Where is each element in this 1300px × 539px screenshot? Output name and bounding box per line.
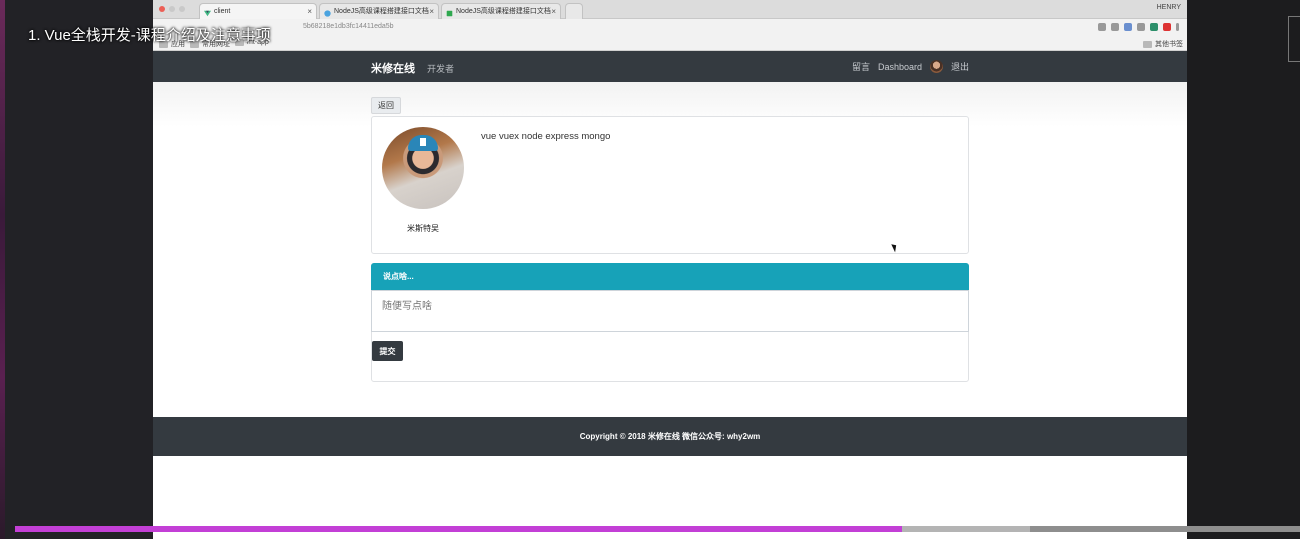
nav-right-links: 留言 Dashboard 退出 — [852, 60, 969, 73]
video-progress-bar[interactable] — [15, 526, 1300, 532]
extension-icons — [1098, 23, 1179, 31]
mouse-cursor-icon — [891, 242, 899, 253]
maximize-window-icon[interactable] — [179, 6, 185, 12]
video-title: 1. Vue全栈开发-课程介绍及注意事项 — [28, 27, 271, 44]
new-tab-button[interactable] — [565, 3, 583, 19]
bookmark-other[interactable]: 其他书签 — [1143, 39, 1183, 49]
close-window-icon[interactable] — [159, 6, 165, 12]
close-tab-icon[interactable]: × — [307, 4, 312, 19]
key-icon[interactable] — [1098, 23, 1106, 31]
minimize-window-icon[interactable] — [169, 6, 175, 12]
right-panel-edge — [1288, 16, 1300, 62]
menu-icon[interactable] — [1176, 23, 1179, 31]
cap-graphic — [408, 135, 438, 151]
browser-window: client × NodeJS高级课程搭建接口文档 × NodeJS高级课程搭建… — [153, 0, 1187, 539]
page-footer: Copyright © 2018 米修在线 微信公众号: why2wm — [153, 417, 1187, 456]
star-icon[interactable] — [1111, 23, 1119, 31]
extension-icon[interactable] — [1150, 23, 1158, 31]
tab-label: client — [214, 8, 231, 15]
address-bar: 5b68218e1db3fc14411eda5b — [153, 19, 1187, 37]
video-frame: client × NodeJS高级课程搭建接口文档 × NodeJS高级课程搭建… — [0, 0, 1300, 539]
submit-button[interactable]: 提交 — [372, 341, 403, 361]
user-avatar[interactable] — [930, 60, 944, 73]
extension-icon[interactable] — [1163, 23, 1171, 31]
vue-logo-icon — [204, 8, 211, 17]
nav-message-link[interactable]: 留言 — [852, 60, 870, 73]
browser-tab-api-doc-2[interactable]: NodeJS高级课程搭建接口文档 × — [441, 3, 561, 19]
bookmark-label: 其他书签 — [1155, 41, 1183, 48]
close-tab-icon[interactable]: × — [551, 4, 556, 19]
app-navbar: 米修在线 开发者 留言 Dashboard 退出 — [153, 51, 1187, 82]
comment-header: 说点啥... — [371, 263, 969, 290]
comment-card: 说点啥... 提交 — [371, 263, 969, 382]
brand-logo[interactable]: 米修在线 — [371, 60, 415, 76]
nav-dashboard-link[interactable]: Dashboard — [878, 62, 922, 72]
tab-label: NodeJS高级课程搭建接口文档 — [456, 8, 551, 15]
folder-icon — [1143, 40, 1152, 48]
profile-name[interactable]: HENRY — [1157, 4, 1181, 11]
back-button[interactable]: 返回 — [371, 97, 401, 114]
profile-bio: vue vuex node express mongo — [481, 131, 611, 142]
video-progress-fill — [15, 526, 902, 532]
profile-card: 米斯特吴 vue vuex node express mongo — [371, 116, 969, 254]
doc-icon — [446, 8, 453, 17]
left-background-strip — [0, 0, 5, 539]
browser-tab-client[interactable]: client × — [199, 3, 317, 19]
tab-label: NodeJS高级课程搭建接口文档 — [334, 8, 429, 15]
profile-avatar — [382, 127, 464, 209]
comment-textarea[interactable] — [371, 290, 969, 332]
extension-icon[interactable] — [1124, 23, 1132, 31]
right-background-strip — [1187, 0, 1300, 539]
nav-logout-link[interactable]: 退出 — [951, 60, 969, 73]
browser-tab-api-doc-1[interactable]: NodeJS高级课程搭建接口文档 × — [319, 3, 439, 19]
extension-icon[interactable] — [1137, 23, 1145, 31]
globe-icon — [324, 8, 331, 17]
nav-developer-link[interactable]: 开发者 — [427, 62, 454, 75]
tab-bar: client × NodeJS高级课程搭建接口文档 × NodeJS高级课程搭建… — [153, 0, 1187, 19]
bookmarks-bar: 应用 常用网址 mt-app 其他书签 — [153, 37, 1187, 51]
close-tab-icon[interactable]: × — [429, 4, 434, 19]
main-content: 返回 米斯特吴 vue vuex node express mongo 说点啥.… — [153, 82, 1187, 417]
profile-name: 米斯特吴 — [407, 224, 439, 233]
window-controls — [159, 6, 185, 12]
url-text[interactable]: 5b68218e1db3fc14411eda5b — [303, 23, 394, 30]
